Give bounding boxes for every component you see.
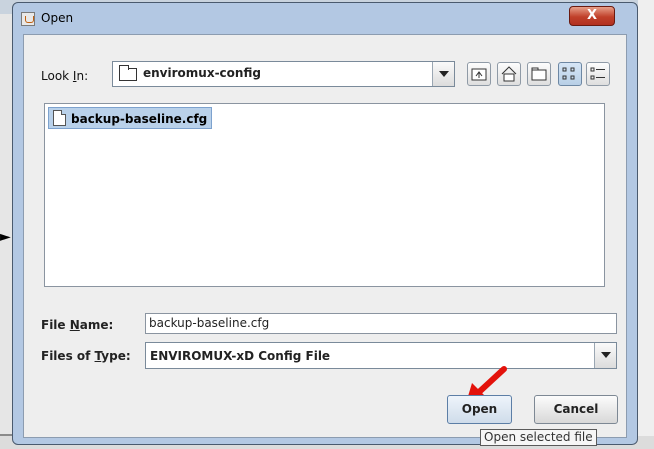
list-view-button[interactable]: [558, 62, 582, 86]
file-name-label: backup-baseline.cfg: [71, 112, 208, 126]
list-view-icon: [562, 67, 575, 80]
java-app-icon: [21, 12, 35, 26]
close-button[interactable]: X: [569, 6, 615, 26]
up-one-level-button[interactable]: [467, 62, 491, 86]
dialog-content: Look In: enviromux-config backup-baselin…: [23, 34, 627, 446]
details-view-icon: [590, 67, 605, 80]
file-type-value: ENVIROMUX-xD Config File: [150, 349, 331, 363]
details-view-button[interactable]: [586, 62, 610, 86]
home-icon: [501, 66, 517, 82]
open-button[interactable]: Open: [447, 395, 512, 424]
title-bar[interactable]: Open X: [13, 3, 637, 31]
window-title: Open: [41, 11, 74, 25]
file-icon: [53, 110, 66, 126]
open-tooltip: Open selected file: [480, 429, 597, 446]
file-name-field[interactable]: backup-baseline.cfg: [145, 313, 617, 334]
new-folder-icon: [531, 67, 547, 81]
chevron-down-icon[interactable]: [432, 62, 454, 86]
chevron-down-icon[interactable]: [594, 343, 616, 368]
file-list[interactable]: backup-baseline.cfg: [44, 103, 605, 287]
home-button[interactable]: [497, 62, 521, 86]
file-type-label: Files of Type:: [41, 349, 131, 363]
cancel-button[interactable]: Cancel: [534, 395, 618, 424]
new-folder-button[interactable]: [527, 62, 551, 86]
pointer-arrow-icon: ►: [0, 229, 11, 245]
file-name-label: File Name:: [41, 318, 114, 332]
up-one-level-icon: [471, 68, 487, 81]
open-dialog: Open X Look In: enviromux-config backup-…: [12, 2, 638, 446]
folder-icon: [119, 65, 137, 81]
background-app-right: [638, 0, 654, 449]
look-in-combo[interactable]: enviromux-config: [112, 61, 455, 87]
look-in-value: enviromux-config: [143, 66, 261, 80]
list-item[interactable]: backup-baseline.cfg: [48, 107, 213, 129]
look-in-label: Look In:: [41, 69, 89, 83]
file-type-combo[interactable]: ENVIROMUX-xD Config File: [145, 342, 617, 369]
